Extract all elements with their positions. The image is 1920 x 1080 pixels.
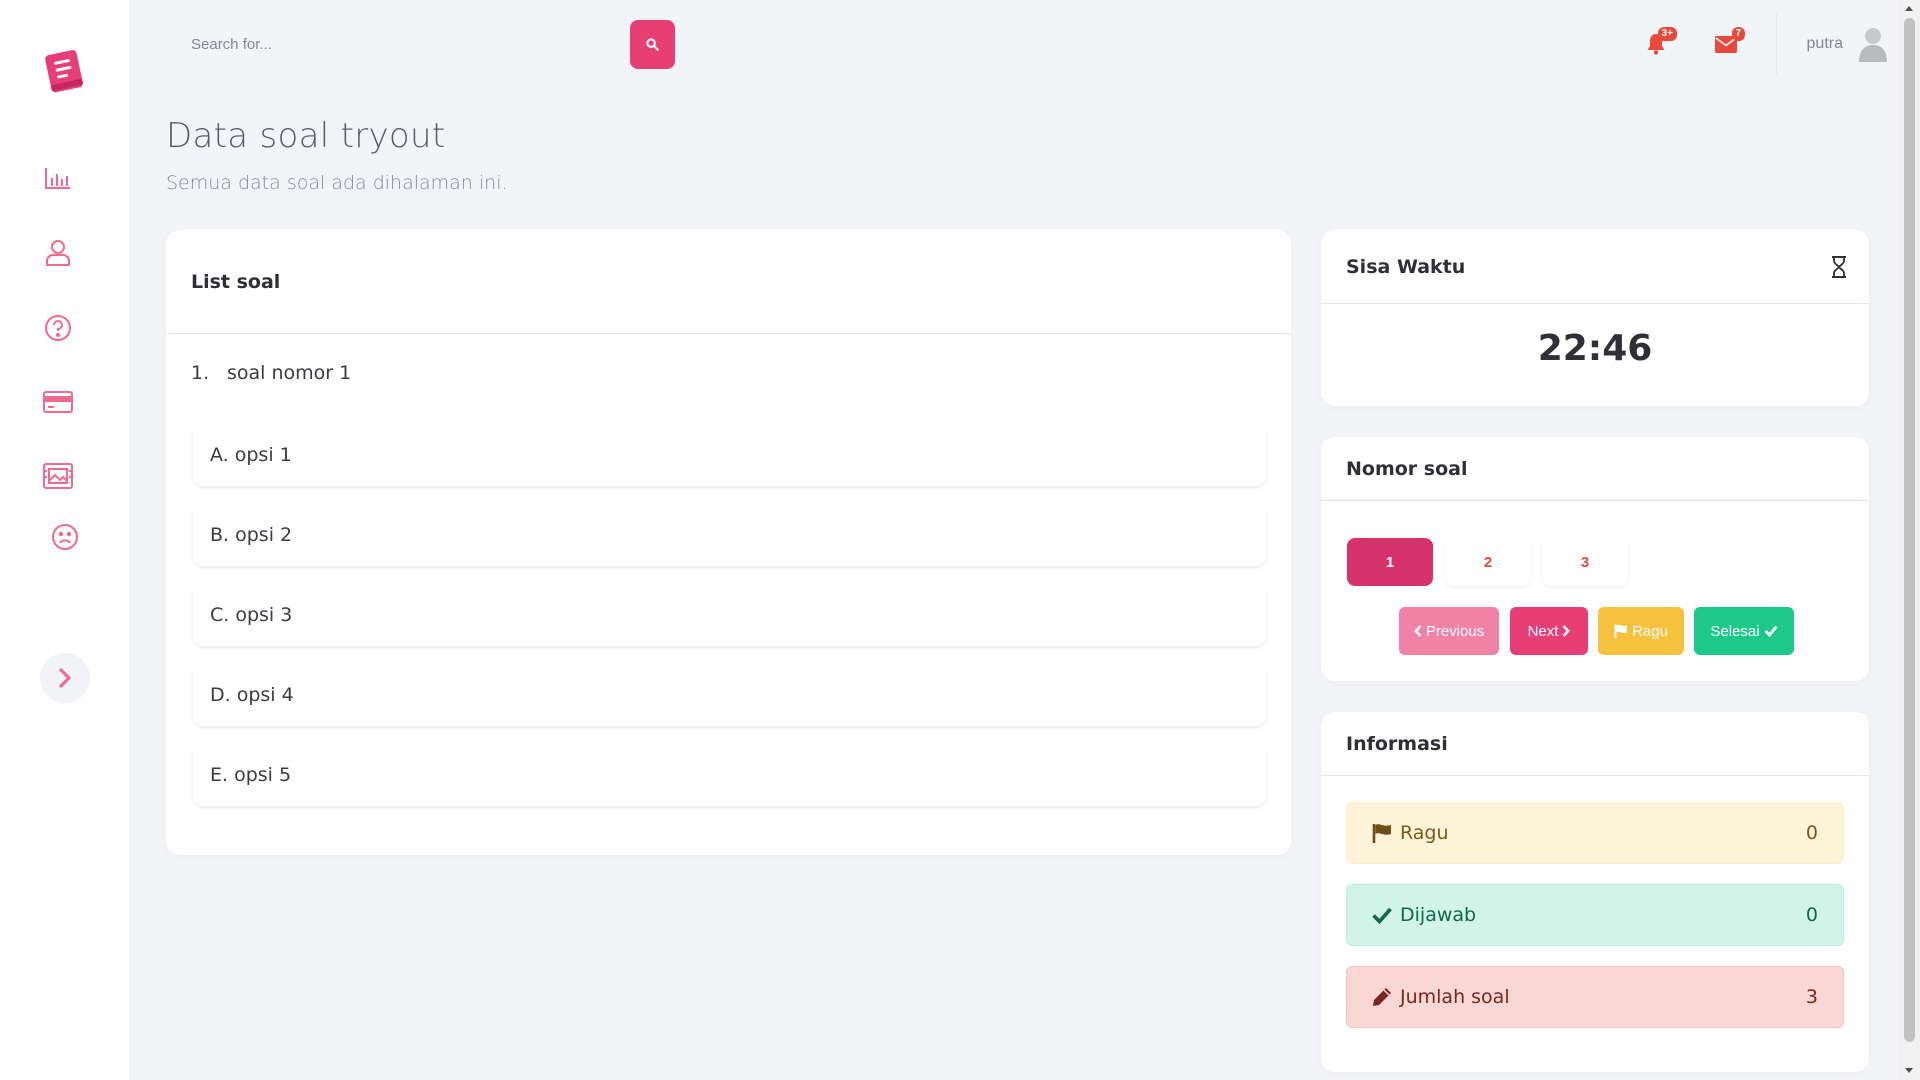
page-scrollbar[interactable]	[1899, 0, 1920, 1080]
topbar-right: 3+ 7 putra	[1636, 0, 1899, 88]
ragu-button[interactable]: Ragu	[1598, 607, 1684, 655]
list-soal-header: List soal	[166, 230, 1291, 334]
question-text: 1. soal nomor 1	[191, 362, 351, 384]
question-number-button-3[interactable]: 3	[1542, 538, 1628, 586]
info-label-dijawab: Dijawab	[1400, 904, 1477, 926]
question-number-button-1[interactable]: 1	[1347, 538, 1433, 586]
sidebar-toggle-button[interactable]	[40, 653, 90, 703]
messages-badge: 7	[1731, 27, 1746, 41]
username[interactable]: putra	[1807, 35, 1843, 53]
chevron-left-icon	[1413, 625, 1422, 637]
info-label-ragu: Ragu	[1400, 822, 1449, 844]
chevron-right-icon	[1563, 625, 1571, 637]
topbar-divider	[1775, 14, 1777, 74]
option-b[interactable]: B. opsi 2	[193, 504, 1266, 566]
scroll-down-arrow[interactable]	[1905, 1068, 1913, 1073]
info-value-jumlah-soal: 3	[1805, 986, 1818, 1008]
timer-title: Sisa Waktu	[1346, 255, 1466, 278]
next-button[interactable]: Next	[1510, 607, 1588, 655]
search-button[interactable]	[630, 20, 675, 69]
option-d[interactable]: D. opsi 4	[193, 664, 1266, 726]
info-label-jumlah-soal: Jumlah soal	[1400, 986, 1510, 1008]
selesai-button[interactable]: Selesai	[1694, 607, 1794, 655]
timer-card: Sisa Waktu 22:46	[1321, 230, 1869, 406]
flag-icon	[1614, 624, 1628, 638]
search-icon	[646, 38, 659, 51]
check-icon	[1372, 907, 1392, 924]
selesai-label: Selesai	[1710, 622, 1760, 640]
scroll-up-arrow[interactable]	[1905, 6, 1913, 11]
nomor-soal-card: Nomor soal 1 2 3 Previous Next Ragu Sele…	[1321, 437, 1869, 681]
question-circle-icon[interactable]	[43, 313, 73, 343]
check-icon	[1764, 625, 1778, 637]
option-e[interactable]: E. opsi 5	[193, 744, 1266, 806]
informasi-card: Informasi Ragu 0 Dijawab 0 Jumlah soal 3	[1321, 712, 1869, 1072]
previous-button[interactable]: Previous	[1399, 607, 1499, 655]
option-c[interactable]: C. opsi 3	[193, 584, 1266, 646]
info-value-dijawab: 0	[1805, 904, 1818, 926]
messages-dropdown[interactable]: 7	[1706, 24, 1746, 64]
question-number: 1.	[191, 362, 210, 384]
option-a[interactable]: A. opsi 1	[193, 424, 1266, 486]
flag-icon	[1372, 824, 1391, 843]
nomor-soal-header: Nomor soal	[1321, 437, 1869, 501]
ragu-label: Ragu	[1632, 622, 1668, 640]
frown-icon[interactable]	[50, 522, 80, 552]
sidebar	[0, 0, 129, 1080]
chart-bar-icon[interactable]	[43, 163, 73, 193]
search-form	[175, 20, 805, 69]
pencil-icon	[1373, 988, 1391, 1006]
search-input[interactable]	[175, 20, 630, 69]
user-icon[interactable]	[43, 238, 73, 268]
info-row-jumlah-soal: Jumlah soal 3	[1346, 966, 1844, 1028]
page-title: Data soal tryout	[166, 116, 446, 156]
previous-label: Previous	[1425, 622, 1485, 640]
book-icon[interactable]	[44, 48, 86, 94]
images-icon[interactable]	[43, 461, 73, 491]
topbar: 3+ 7 putra	[129, 0, 1899, 88]
timer-header: Sisa Waktu	[1321, 230, 1869, 304]
scroll-thumb[interactable]	[1904, 18, 1915, 1042]
credit-card-icon[interactable]	[43, 387, 73, 417]
page-subtitle: Semua data soal ada dihalaman ini.	[166, 172, 508, 194]
chevron-right-icon	[59, 668, 71, 688]
question-number-button-2[interactable]: 2	[1445, 538, 1531, 586]
info-row-ragu: Ragu 0	[1346, 802, 1844, 864]
alerts-dropdown[interactable]: 3+	[1636, 24, 1677, 64]
question-label: soal nomor 1	[227, 362, 352, 384]
info-row-dijawab: Dijawab 0	[1346, 884, 1844, 946]
avatar[interactable]	[1857, 26, 1889, 62]
hourglass-icon	[1832, 255, 1846, 278]
informasi-header: Informasi	[1321, 712, 1869, 776]
alerts-badge: 3+	[1657, 27, 1677, 41]
timer-value: 22:46	[1537, 328, 1653, 369]
next-label: Next	[1527, 622, 1559, 640]
info-value-ragu: 0	[1805, 822, 1818, 844]
